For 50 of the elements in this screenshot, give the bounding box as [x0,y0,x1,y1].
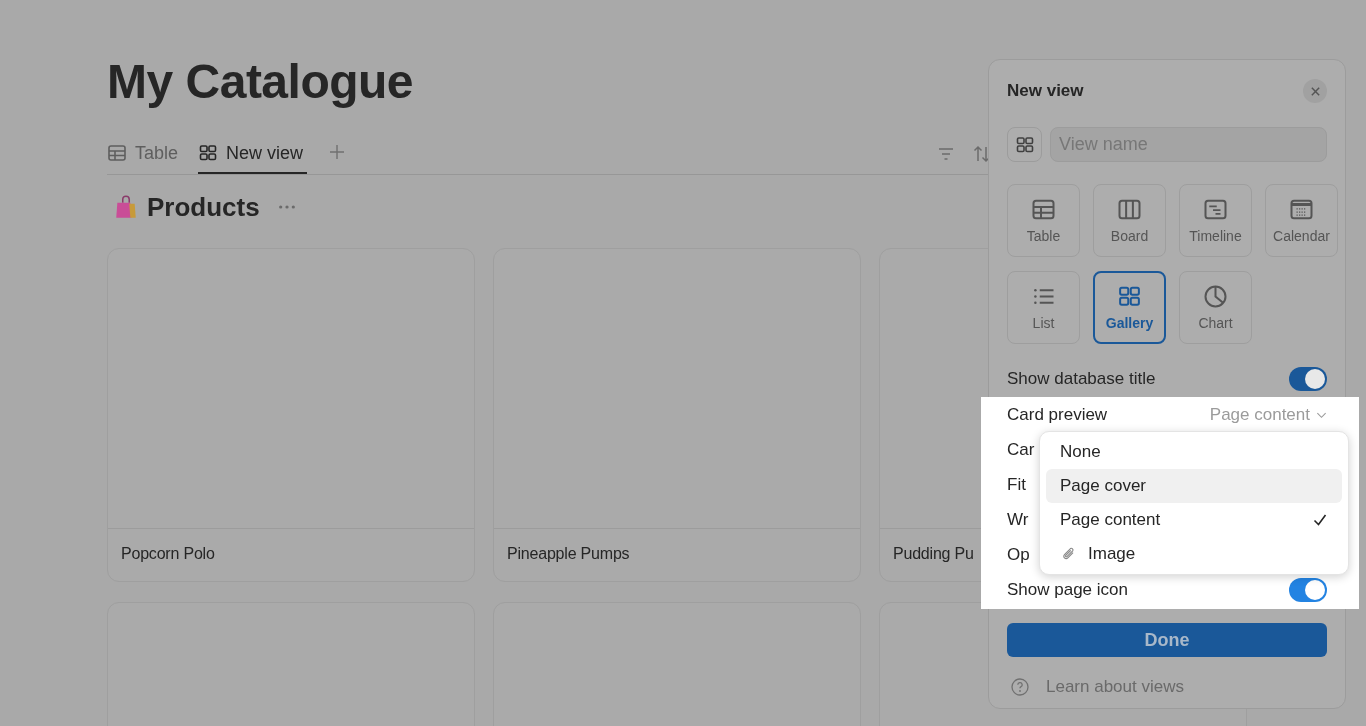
help-link[interactable]: Learn about views [1046,677,1184,697]
setting-label: Show database title [1007,368,1156,389]
checkmark-icon [1312,512,1328,528]
menu-option[interactable]: Page content [1046,503,1342,537]
view-type-option[interactable]: Timeline [1179,184,1252,257]
page-title: My Catalogue [107,54,414,110]
setting-label: Car [1007,439,1035,460]
setting-label: Wr [1007,509,1029,530]
gallery-card[interactable]: Popcorn Polo [107,248,475,582]
setting-label: Show page icon [1007,579,1128,600]
view-icon-button[interactable] [1007,127,1042,162]
grid-icon [1117,284,1142,309]
timeline-icon [1203,197,1228,222]
grid-icon [198,143,219,163]
grid-icon [1014,134,1035,155]
toggle-switch[interactable] [1289,577,1327,602]
more-icon [277,204,296,210]
table-icon [1031,197,1056,222]
menu-option[interactable]: Page cover [1046,469,1342,503]
panel-title: New view [1007,81,1084,101]
shopping-bag-icon [113,194,139,220]
setting-label: Op [1007,544,1030,565]
toggle-switch[interactable] [1289,366,1327,391]
gallery-card[interactable]: Pineapple Pumps [493,248,861,582]
card-title: Popcorn Polo [120,544,216,564]
view-type-option[interactable]: Chart [1179,271,1252,344]
columns-icon [1117,197,1142,222]
close-button[interactable] [1303,79,1327,103]
database-title: Products [147,191,260,223]
menu-option[interactable]: None [1046,435,1342,469]
view-tab[interactable]: New view [198,134,308,174]
setting-label: Card preview [1007,404,1108,425]
view-type-option[interactable]: Gallery [1093,271,1166,344]
card-preview-select[interactable]: Page content [1209,404,1327,425]
table-icon [107,143,127,163]
setting-label: Fit [1007,474,1026,495]
menu-option[interactable]: Image [1046,537,1342,571]
card-title: Pineapple Pumps [506,544,631,564]
done-button[interactable]: Done [1007,623,1327,657]
view-type-option[interactable]: Calendar [1265,184,1338,257]
calendar-icon [1289,197,1314,222]
close-icon [1309,85,1321,97]
view-type-option[interactable]: List [1007,271,1080,344]
chevron-down-icon [1316,410,1327,419]
pie-chart-icon [1203,284,1228,309]
help-icon [1010,677,1030,697]
view-type-option[interactable]: Table [1007,184,1080,257]
view-tab[interactable]: Table [107,134,179,174]
view-type-option[interactable]: Board [1093,184,1166,257]
card-title: Pudding Pu [892,544,975,564]
